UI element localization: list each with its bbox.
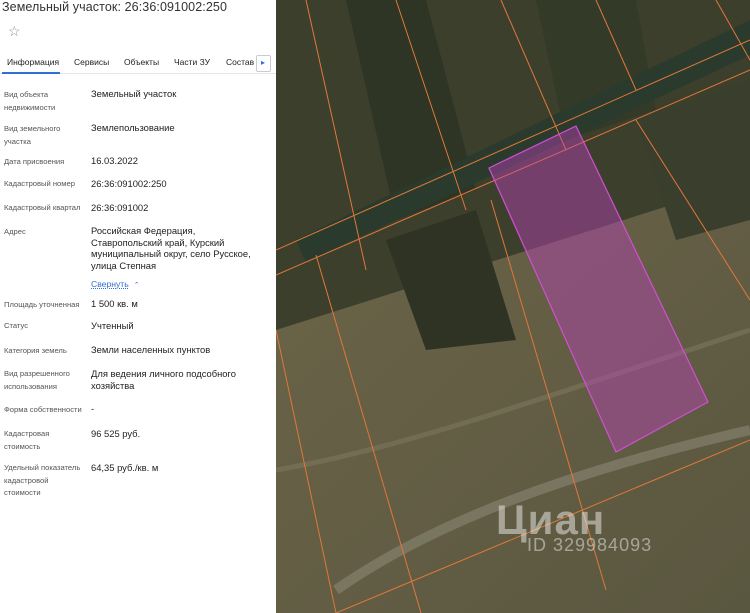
field-label-address: Адрес: [4, 227, 26, 236]
field-label-cad-quarter: Кадастровый квартал: [4, 203, 81, 212]
chevron-up-icon: ⌃: [133, 282, 140, 289]
field-value-cad-number: 26:36:091002:250: [91, 178, 167, 189]
field-label-status: Статус: [4, 321, 29, 330]
field-value-area: 1 500 кв. м: [91, 298, 138, 309]
field-label-land-type: Вид земельного участка: [4, 124, 61, 146]
star-outline-icon[interactable]: ☆: [8, 24, 22, 38]
chevron-right-icon: ▸: [261, 58, 266, 67]
field-label-area: Площадь уточненная: [4, 300, 80, 309]
tab-parts[interactable]: Части ЗУ: [174, 57, 210, 67]
field-label-category: Категория земель: [4, 346, 67, 355]
field-value-cad-quarter: 26:36:091002: [91, 202, 149, 213]
field-label-specific-value: Удельный показатель кадастровой стоимост…: [4, 463, 81, 497]
field-value-land-type: Землепользование: [91, 122, 175, 133]
field-value-address: Российская Федерация, Ставропольский кра…: [91, 225, 251, 271]
field-value-object-type: Земельный участок: [91, 88, 177, 99]
tab-services[interactable]: Сервисы: [74, 57, 109, 67]
field-label-cad-number: Кадастровый номер: [4, 179, 75, 188]
field-label-ownership: Форма собственности: [4, 405, 82, 414]
tab-composition[interactable]: Состав: [226, 57, 254, 67]
field-value-cad-value: 96 525 руб.: [91, 428, 141, 439]
field-value-status: Учтенный: [91, 320, 134, 331]
active-tab-indicator: [2, 72, 60, 74]
field-value-specific-value: 64,35 руб./кв. м: [91, 462, 159, 473]
tab-objects[interactable]: Объекты: [124, 57, 159, 67]
field-value-assign-date: 16.03.2022: [91, 155, 138, 166]
field-label-assign-date: Дата присвоения: [4, 157, 65, 166]
page-title: Земельный участок: 26:36:091002:250: [2, 0, 227, 14]
info-panel: Земельный участок: 26:36:091002:250 ☆ Ин…: [0, 0, 276, 613]
tabs-next-button[interactable]: ▸: [256, 55, 271, 72]
watermark-id: ID 329984093: [527, 535, 653, 555]
field-label-permitted-use: Вид разрешенного использования: [4, 369, 70, 391]
collapse-label: Свернуть: [91, 279, 129, 289]
tab-information[interactable]: Информация: [7, 57, 59, 67]
field-value-category: Земли населенных пунктов: [91, 344, 211, 355]
field-value-permitted-use: Для ведения личного подсобного хозяйства: [91, 368, 236, 391]
field-label-object-type: Вид объекта недвижимости: [4, 90, 56, 112]
tab-bar: Информация Сервисы Объекты Части ЗУ Сост…: [0, 52, 276, 74]
collapse-link[interactable]: Свернуть ⌃: [91, 279, 140, 289]
field-value-ownership: -: [91, 403, 95, 414]
field-label-cad-value: Кадастровая стоимость: [4, 429, 50, 451]
